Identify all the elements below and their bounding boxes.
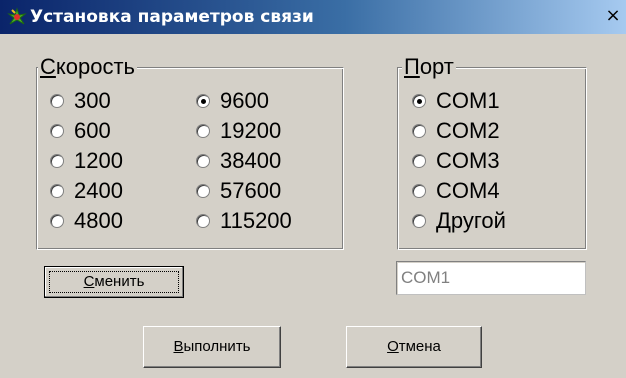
radio-button-icon	[412, 124, 426, 138]
port-option-label: COM2	[436, 118, 500, 143]
speed-option-label: 57600	[220, 178, 282, 203]
radio-button-icon	[196, 154, 210, 168]
radio-button-icon	[412, 184, 426, 198]
speed-option-label: 4800	[74, 208, 123, 233]
speed-option-1200[interactable]: 1200	[50, 149, 123, 173]
radio-button-icon	[196, 94, 210, 108]
custom-port-field[interactable]: COM1	[396, 261, 586, 295]
speed-option-label: 1200	[74, 148, 123, 173]
port-legend-rest: орт	[419, 54, 454, 79]
port-option-com3[interactable]: COM3	[412, 149, 500, 173]
speed-legend: Скорость	[38, 54, 138, 79]
radio-button-icon	[50, 154, 64, 168]
radio-button-icon	[412, 214, 426, 228]
radio-button-icon	[412, 94, 426, 108]
custom-port-value: COM1	[401, 268, 451, 287]
port-option-other[interactable]: Другой	[412, 209, 506, 233]
window-title: Установка параметров связи	[30, 7, 314, 27]
speed-option-label: 9600	[220, 88, 269, 113]
speed-legend-accel: С	[40, 54, 56, 79]
change-button[interactable]: Сменить	[44, 266, 184, 298]
app-icon	[7, 7, 27, 25]
speed-option-600[interactable]: 600	[50, 119, 111, 143]
speed-option-label: 19200	[220, 118, 282, 143]
speed-option-300[interactable]: 300	[50, 89, 111, 113]
speed-option-label: 2400	[74, 178, 123, 203]
speed-option-label: 38400	[220, 148, 282, 173]
radio-button-icon	[196, 124, 210, 138]
port-option-com2[interactable]: COM2	[412, 119, 500, 143]
speed-option-9600[interactable]: 9600	[196, 89, 269, 113]
speed-option-4800[interactable]: 4800	[50, 209, 123, 233]
port-option-label: COM4	[436, 178, 500, 203]
speed-option-38400[interactable]: 38400	[196, 149, 281, 173]
port-option-com1[interactable]: COM1	[412, 89, 500, 113]
radio-button-icon	[196, 214, 210, 228]
title-bar[interactable]: Установка параметров связи ×	[0, 0, 626, 34]
radio-button-icon	[50, 94, 64, 108]
speed-option-2400[interactable]: 2400	[50, 179, 123, 203]
speed-option-19200[interactable]: 19200	[196, 119, 281, 143]
radio-button-icon	[50, 184, 64, 198]
radio-button-icon	[50, 124, 64, 138]
close-icon[interactable]: ×	[604, 7, 622, 25]
change-button-label: Сменить	[83, 273, 145, 290]
speed-option-label: 600	[74, 118, 111, 143]
port-legend-accel: П	[404, 54, 420, 79]
radio-button-icon	[412, 154, 426, 168]
cancel-button-label: Отмена	[387, 338, 441, 355]
cancel-button[interactable]: Отмена	[346, 326, 482, 368]
port-option-com4[interactable]: COM4	[412, 179, 500, 203]
port-option-label: COM1	[436, 88, 500, 113]
execute-button[interactable]: Выполнить	[143, 326, 281, 368]
speed-option-label: 115200	[220, 208, 292, 233]
radio-button-icon	[196, 184, 210, 198]
port-option-label: Другой	[436, 208, 506, 233]
port-option-label: COM3	[436, 148, 500, 173]
speed-option-57600[interactable]: 57600	[196, 179, 281, 203]
speed-legend-rest: корость	[55, 54, 136, 79]
speed-option-label: 300	[74, 88, 111, 113]
radio-button-icon	[50, 214, 64, 228]
execute-button-label: Выполнить	[173, 338, 251, 355]
speed-option-115200[interactable]: 115200	[196, 209, 292, 233]
port-legend: Порт	[402, 55, 456, 79]
